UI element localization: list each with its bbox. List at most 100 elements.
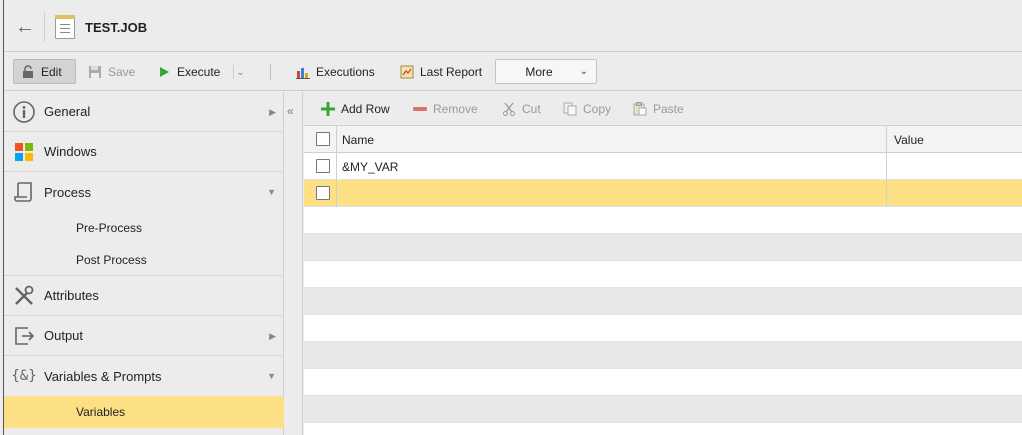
sidebar-subitem-label: Variables — [76, 405, 126, 419]
info-icon — [12, 100, 36, 124]
sidebar-item-label: Windows — [44, 144, 97, 159]
sidebar-item-label: Attributes — [44, 288, 99, 303]
more-dropdown[interactable]: More ⌄ — [495, 59, 597, 84]
add-row-label: Add Row — [341, 102, 390, 116]
execute-dropdown-chevron-icon[interactable]: ⌄ — [233, 65, 247, 79]
sidebar-item-windows[interactable]: Windows — [4, 132, 284, 172]
sidebar-item-variables-prompts[interactable]: {&} Variables & Prompts ▼ — [4, 356, 284, 396]
last-report-label: Last Report — [420, 64, 483, 79]
column-header-name[interactable]: Name — [342, 133, 374, 147]
toolbar-divider — [270, 64, 271, 80]
play-icon — [156, 64, 172, 80]
sidebar-item-label: General — [44, 104, 91, 119]
sidebar-item-process[interactable]: Process ▼ — [4, 172, 284, 212]
table-row[interactable]: &MY_VAR — [304, 153, 1022, 180]
chevron-down-icon: ⌄ — [579, 66, 588, 77]
sidebar-item-label: Process — [44, 184, 91, 200]
execute-button[interactable]: Execute — [156, 59, 220, 84]
select-all-checkbox[interactable] — [316, 132, 330, 146]
sidebar-item-label: Variables & Prompts — [44, 368, 162, 384]
column-header-value[interactable]: Value — [894, 133, 924, 147]
column-divider — [886, 153, 887, 180]
grid-header: Name Value — [304, 126, 1022, 153]
chevron-down-icon: ▼ — [267, 187, 276, 197]
execute-label: Execute — [177, 64, 221, 79]
tools-icon — [12, 284, 36, 308]
sidebar-collapse-strip: « — [285, 92, 303, 435]
executions-label: Executions — [316, 64, 375, 79]
variables-panel: Add Row Remove Cut Copy Paste Name Value… — [304, 92, 1022, 435]
column-divider — [886, 180, 887, 207]
script-scroll-icon — [12, 180, 36, 204]
title-divider — [44, 12, 45, 42]
copy-label: Copy — [583, 102, 612, 116]
row-checkbox[interactable] — [316, 159, 330, 173]
grid-toolbar: Add Row Remove Cut Copy Paste — [304, 92, 1022, 126]
windows-logo-icon — [12, 140, 36, 164]
sidebar-subitem-label: Pre-Process — [76, 221, 143, 235]
clipboard-icon — [632, 101, 648, 117]
empty-row — [304, 423, 1022, 435]
column-divider — [336, 180, 337, 207]
column-divider — [336, 153, 337, 180]
cell-name[interactable]: &MY_VAR — [342, 160, 398, 174]
add-row-button[interactable]: Add Row — [320, 100, 390, 118]
sidebar-subitem-post-process[interactable]: Post Process — [4, 244, 284, 276]
save-label: Save — [108, 64, 136, 79]
bar-chart-icon — [295, 64, 311, 80]
copy-icon — [562, 101, 578, 117]
sidebar-subitem-pre-process[interactable]: Pre-Process — [4, 212, 284, 244]
edit-button[interactable]: Edit — [13, 59, 76, 84]
variables-grid: Name Value &MY_VAR — [304, 126, 1022, 435]
main-toolbar: Edit Save Execute ⌄ Executions Last Repo… — [4, 52, 1022, 91]
paste-button[interactable]: Paste — [632, 100, 684, 118]
sidebar-item-output[interactable]: Output ▶ — [4, 316, 284, 356]
sidebar-item-attributes[interactable]: Attributes — [4, 276, 284, 316]
chevron-right-icon: ▶ — [269, 107, 276, 117]
empty-row — [304, 261, 1022, 288]
more-label: More — [525, 64, 553, 79]
copy-button[interactable]: Copy — [562, 100, 611, 118]
chevron-right-icon: ▶ — [269, 331, 276, 341]
cut-label: Cut — [522, 102, 541, 116]
save-button[interactable]: Save — [87, 59, 135, 84]
last-report-button[interactable]: Last Report — [399, 59, 482, 84]
sidebar-subitem-variables[interactable]: Variables — [4, 396, 284, 428]
sidebar-item-general[interactable]: General ▶ — [4, 92, 284, 132]
empty-row — [304, 369, 1022, 396]
scissors-icon — [501, 101, 517, 117]
app-window: ← TEST.JOB Edit Save Execute ⌄ Execution… — [3, 0, 1022, 435]
row-checkbox[interactable] — [316, 186, 330, 200]
empty-row — [304, 396, 1022, 423]
floppy-disk-icon — [87, 64, 103, 80]
remove-button[interactable]: Remove — [412, 100, 478, 118]
chevron-down-icon: ▼ — [267, 371, 276, 381]
output-export-icon — [12, 324, 36, 348]
empty-row — [304, 234, 1022, 261]
minus-icon — [412, 101, 428, 117]
variables-braces-icon: {&} — [11, 368, 37, 384]
table-row-selected[interactable] — [304, 180, 1022, 207]
edit-label: Edit — [41, 64, 62, 79]
empty-row — [304, 288, 1022, 315]
executions-button[interactable]: Executions — [295, 59, 375, 84]
empty-row — [304, 207, 1022, 234]
double-chevron-left-icon[interactable]: « — [287, 104, 294, 118]
sidebar-subitem-label: Post Process — [76, 252, 147, 267]
sidebar: General ▶ Windows Process ▼ Pre-Process … — [4, 92, 284, 435]
title-bar: ← TEST.JOB — [4, 0, 1022, 52]
paste-label: Paste — [653, 102, 684, 116]
back-arrow-icon[interactable]: ← — [14, 16, 36, 38]
sidebar-item-label: Output — [44, 328, 84, 343]
job-document-icon — [55, 15, 75, 39]
remove-label: Remove — [433, 102, 478, 116]
report-icon — [399, 64, 415, 80]
empty-row — [304, 315, 1022, 342]
cut-button[interactable]: Cut — [501, 100, 541, 118]
page-title: TEST.JOB — [85, 20, 148, 35]
empty-row — [304, 342, 1022, 369]
unlock-icon — [20, 64, 36, 80]
column-divider — [886, 126, 887, 153]
column-divider — [336, 126, 337, 153]
plus-icon — [320, 101, 336, 117]
